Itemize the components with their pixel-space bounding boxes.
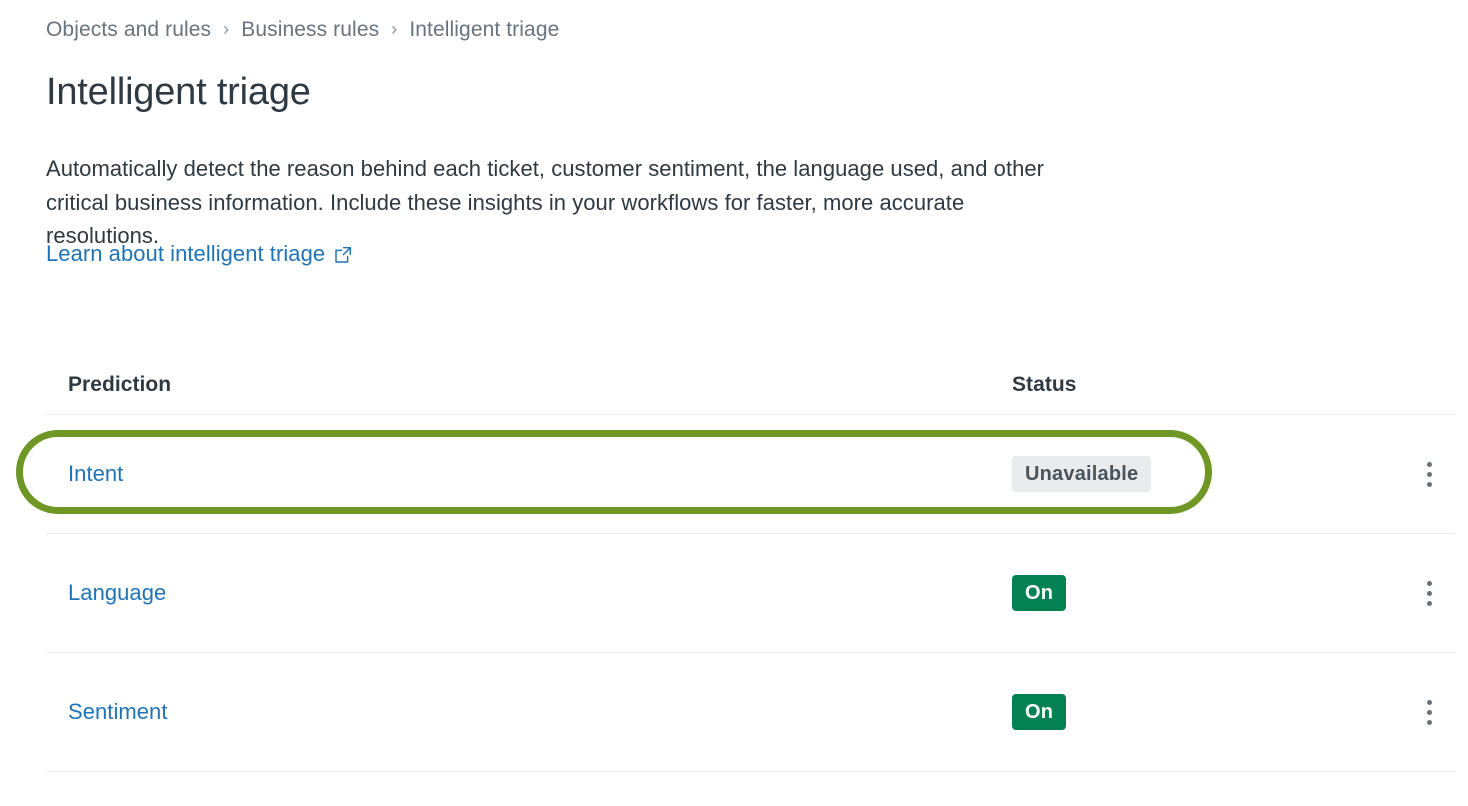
external-link-icon [334, 246, 352, 264]
kebab-dot [1426, 472, 1432, 477]
kebab-dot [1426, 720, 1432, 725]
kebab-dot [1426, 581, 1432, 586]
page-description: Automatically detect the reason behind e… [46, 156, 1045, 248]
kebab-dot [1426, 591, 1432, 596]
cell-status: On [1012, 694, 1455, 730]
kebab-menu-icon[interactable] [1409, 691, 1449, 735]
status-badge: On [1012, 694, 1067, 730]
kebab-dot [1426, 710, 1432, 715]
breadcrumb-separator-icon: › [391, 19, 398, 39]
table-row[interactable]: Intent Unavailable [46, 415, 1455, 534]
column-header-prediction: Prediction [68, 372, 172, 396]
breadcrumb: Objects and rules › Business rules › Int… [46, 16, 559, 44]
kebab-menu-icon[interactable] [1409, 572, 1449, 616]
breadcrumb-item-business-rules[interactable]: Business rules [241, 16, 379, 44]
status-badge: Unavailable [1012, 456, 1152, 492]
cell-prediction: Intent [68, 459, 1012, 489]
learn-about-intelligent-triage-link[interactable]: Learn about intelligent triage [46, 239, 352, 269]
kebab-dot [1426, 601, 1432, 606]
learn-link-label: Learn about intelligent triage [46, 241, 326, 266]
prediction-link-sentiment[interactable]: Sentiment [68, 699, 168, 724]
status-badge: On [1012, 575, 1067, 611]
predictions-table: Prediction Status Intent Unavailable Lan… [46, 355, 1455, 772]
table-header-row: Prediction Status [46, 355, 1455, 415]
table-row[interactable]: Sentiment On [46, 653, 1455, 772]
cell-prediction: Sentiment [68, 697, 1012, 727]
page-title: Intelligent triage [46, 71, 311, 113]
cell-status: Unavailable [1012, 456, 1455, 492]
prediction-link-intent[interactable]: Intent [68, 461, 123, 486]
cell-status: On [1012, 575, 1455, 611]
column-header-status: Status [1012, 372, 1077, 396]
breadcrumb-item-objects-and-rules[interactable]: Objects and rules [46, 16, 211, 44]
table-row[interactable]: Language On [46, 534, 1455, 653]
intelligent-triage-page: Objects and rules › Business rules › Int… [0, 0, 1468, 806]
kebab-menu-icon[interactable] [1409, 453, 1449, 497]
cell-prediction: Language [68, 578, 1012, 608]
breadcrumb-item-intelligent-triage: Intelligent triage [409, 18, 560, 41]
cell-actions [1407, 534, 1451, 653]
prediction-link-language[interactable]: Language [68, 580, 166, 605]
cell-actions [1407, 415, 1451, 534]
kebab-dot [1426, 462, 1432, 467]
kebab-dot [1426, 482, 1432, 487]
cell-actions [1407, 653, 1451, 772]
breadcrumb-separator-icon: › [223, 19, 230, 39]
kebab-dot [1426, 700, 1432, 705]
